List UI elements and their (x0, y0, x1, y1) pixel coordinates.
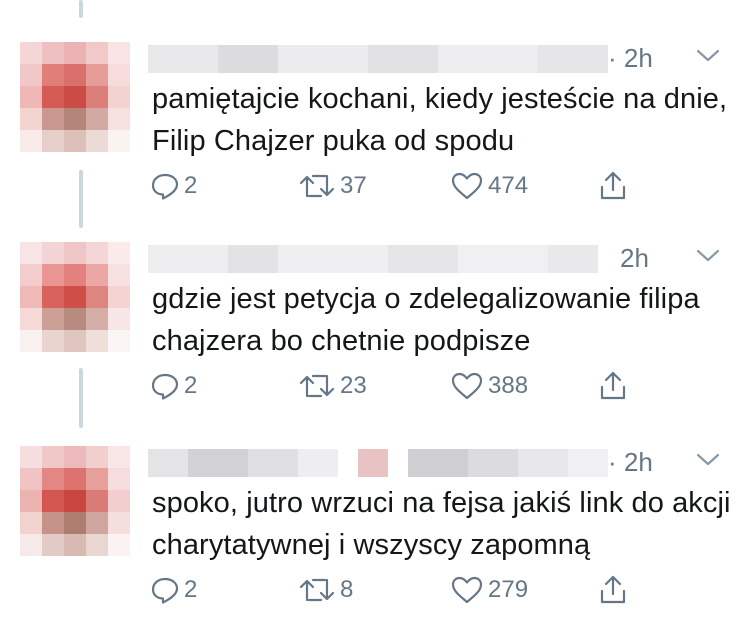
tweet-timestamp[interactable]: · 2h (608, 447, 653, 478)
username-redacted (148, 449, 608, 477)
chevron-down-icon[interactable] (694, 246, 722, 266)
tweet-timestamp[interactable]: 2h (620, 243, 649, 274)
share-button[interactable] (598, 570, 628, 610)
tweet[interactable]: · 2h spoko, jutro wrzuci na fejsa jakiś … (0, 444, 750, 644)
thread-line-top (79, 0, 83, 18)
like-count: 474 (488, 172, 529, 199)
retweet-icon (299, 578, 335, 602)
username-redacted (148, 45, 608, 73)
reply-icon (151, 373, 179, 400)
reply-button[interactable]: 2 (150, 166, 197, 206)
retweet-count: 37 (340, 172, 367, 199)
reply-count: 2 (184, 372, 198, 399)
tweet-text: pamiętajcie kochani, kiedy jesteście na … (152, 83, 728, 157)
like-button[interactable]: 474 (450, 166, 528, 206)
username-redacted (148, 245, 598, 273)
heart-icon (451, 576, 483, 604)
avatar[interactable] (20, 42, 130, 152)
retweet-button[interactable]: 37 (298, 166, 367, 206)
tweet[interactable]: · 2h pamiętajcie kochani, kiedy jesteści… (0, 40, 750, 240)
chevron-down-icon[interactable] (694, 450, 722, 470)
tweet-text: gdzie jest petycja o zdelegalizowanie fi… (152, 283, 700, 357)
like-count: 388 (488, 372, 529, 399)
tweet-text: spoko, jutro wrzuci na fejsa jakiś link … (152, 487, 731, 561)
tweet-timestamp[interactable]: · 2h (608, 43, 653, 74)
share-icon (600, 575, 626, 604)
share-button[interactable] (598, 366, 628, 406)
retweet-count: 23 (340, 372, 367, 399)
reply-icon (151, 577, 179, 604)
retweet-icon (299, 374, 335, 398)
heart-icon (451, 172, 483, 200)
like-button[interactable]: 279 (450, 570, 528, 610)
reply-count: 2 (184, 576, 198, 603)
retweet-count: 8 (340, 576, 354, 603)
tweet[interactable]: 2h gdzie jest petycja o zdelegalizowanie… (0, 240, 750, 440)
like-count: 279 (488, 576, 529, 603)
avatar[interactable] (20, 242, 130, 352)
share-icon (600, 371, 626, 400)
share-button[interactable] (598, 166, 628, 206)
reply-icon (151, 173, 179, 200)
reply-button[interactable]: 2 (150, 570, 197, 610)
chevron-down-icon[interactable] (694, 46, 722, 66)
heart-icon (451, 372, 483, 400)
tweet-actions: 2 23 388 (150, 366, 670, 406)
share-icon (600, 171, 626, 200)
tweet-actions: 2 8 279 (150, 570, 670, 610)
like-button[interactable]: 388 (450, 366, 528, 406)
retweet-button[interactable]: 8 (298, 570, 353, 610)
retweet-button[interactable]: 23 (298, 366, 367, 406)
reply-button[interactable]: 2 (150, 366, 197, 406)
reply-count: 2 (184, 172, 198, 199)
retweet-icon (299, 174, 335, 198)
tweet-actions: 2 37 474 (150, 166, 670, 206)
avatar[interactable] (20, 446, 130, 556)
